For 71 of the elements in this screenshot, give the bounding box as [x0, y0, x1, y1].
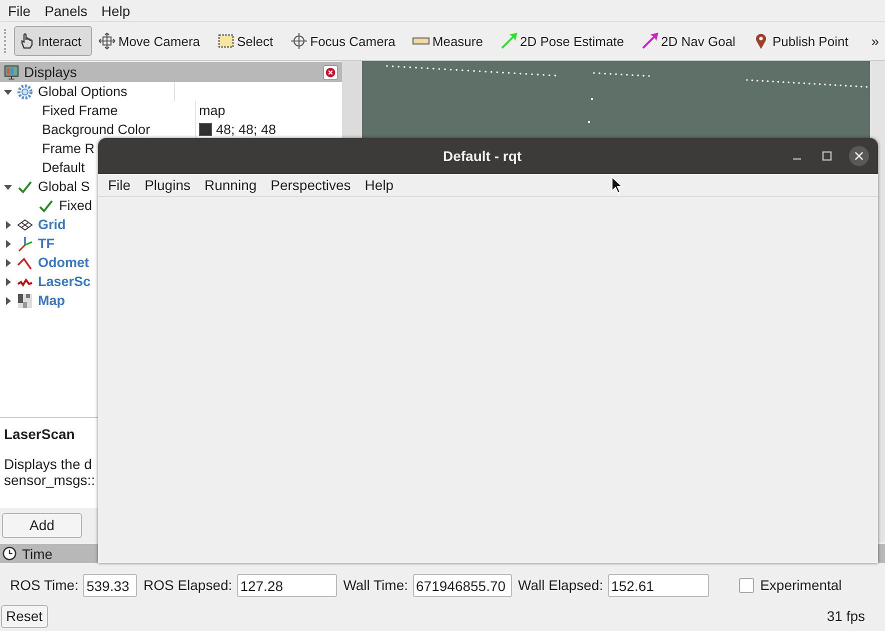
reset-button[interactable]: Reset [1, 604, 48, 628]
time-field[interactable]: 152.61 [608, 574, 710, 596]
tool-button[interactable]: Move Camera [94, 26, 211, 56]
tree-item[interactable]: Frame R [42, 141, 95, 156]
gear-icon [17, 84, 33, 100]
menu-item[interactable]: Help [101, 2, 130, 18]
expand-arrow-icon[interactable] [4, 278, 12, 286]
expand-arrow-icon[interactable] [4, 240, 12, 248]
fps-counter: 31 fps [826, 608, 865, 624]
window-title: Default - rqt [443, 148, 522, 164]
monitor-icon [4, 64, 19, 80]
axes-icon [17, 236, 33, 252]
check-icon [17, 178, 33, 194]
tree-item[interactable]: LaserSc [38, 274, 91, 289]
tool-button[interactable]: Focus Camera [286, 26, 406, 56]
time-field[interactable]: 671946855.70 [413, 574, 512, 596]
grid-icon [17, 216, 33, 232]
tree-item[interactable]: Odomet [38, 255, 90, 270]
move-icon [98, 32, 116, 50]
description-title: LaserScan [4, 426, 76, 442]
menu-item[interactable]: Help [364, 177, 394, 193]
map-icon [17, 292, 33, 308]
menu-item[interactable]: Running [204, 177, 257, 193]
panel-title: Displays [24, 64, 77, 80]
cursor-icon [611, 176, 623, 194]
tree-item[interactable]: Default [42, 160, 85, 175]
tree-item[interactable]: Global Options [38, 84, 128, 99]
add-button[interactable]: Add [2, 512, 82, 538]
field-label: Wall Elapsed: [518, 577, 604, 593]
expand-arrow-icon[interactable] [4, 182, 12, 190]
tool-button[interactable]: Select [213, 26, 284, 56]
color-swatch[interactable] [199, 123, 212, 136]
description-text: Displays the d sensor_msgs:: [4, 456, 96, 488]
close-icon[interactable] [849, 146, 869, 166]
tool-button[interactable]: Publish Point [748, 26, 860, 56]
menu-item[interactable]: Panels [44, 2, 88, 18]
property-value[interactable]: map [199, 103, 226, 118]
tree-item[interactable]: Background Color [42, 122, 150, 137]
crosshair-icon [290, 32, 308, 50]
tool-button[interactable]: 2D Nav Goal [637, 26, 746, 56]
time-field[interactable]: 539.33 [83, 574, 138, 596]
expand-arrow-icon[interactable] [4, 88, 12, 96]
menu-item[interactable]: File [8, 2, 31, 18]
expand-arrow-icon[interactable] [4, 296, 12, 304]
tool-button[interactable]: 2D Pose Estimate [496, 26, 636, 56]
tree-item[interactable]: TF [38, 236, 54, 251]
selection-icon [217, 32, 235, 50]
clock-icon [2, 546, 17, 561]
tool-button[interactable]: Measure [408, 26, 494, 56]
tool-button[interactable]: Interact [14, 26, 92, 56]
check-icon [38, 198, 54, 214]
tree-item[interactable]: Fixed Frame [42, 103, 118, 118]
menu-item[interactable]: Plugins [144, 177, 190, 193]
tree-item[interactable]: Grid [38, 217, 66, 232]
field-label: ROS Time: [10, 577, 78, 593]
panel-title: Time [22, 546, 53, 562]
expand-arrow-icon[interactable] [4, 258, 12, 266]
property-value[interactable]: 48; 48; 48 [216, 122, 276, 137]
field-label: ROS Elapsed: [143, 577, 232, 593]
expand-arrow-icon[interactable] [4, 220, 12, 228]
tree-item[interactable]: Fixed [59, 198, 92, 213]
menu-item[interactable]: Perspectives [270, 177, 351, 193]
checkbox[interactable] [739, 578, 754, 592]
checkbox-label[interactable]: Experimental [760, 577, 842, 593]
tree-item[interactable]: Global S [38, 179, 90, 194]
tree-item[interactable]: Map [38, 293, 65, 308]
close-icon[interactable] [323, 64, 338, 80]
time-field[interactable]: 127.28 [237, 574, 338, 596]
field-label: Wall Time: [343, 577, 408, 593]
menu-item[interactable]: File [108, 177, 131, 193]
more-tools-button[interactable]: » [871, 33, 879, 49]
